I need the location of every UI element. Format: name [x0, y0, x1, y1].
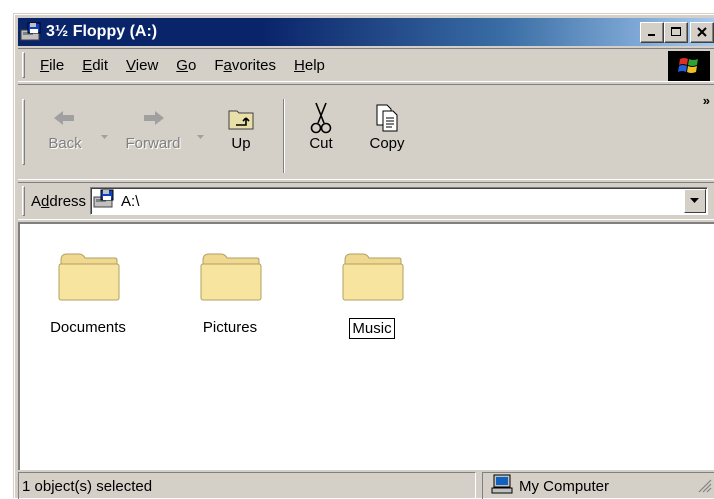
address-bar-grip[interactable]: [22, 186, 25, 216]
folder-name: Documents: [50, 319, 126, 336]
forward-label: Forward: [125, 135, 181, 152]
forward-dropdown-icon[interactable]: [195, 85, 207, 179]
folder-icon: [197, 250, 263, 308]
menu-file-label: ile: [49, 56, 65, 74]
explorer-window: 3½ Floppy (A:) File Edit View Go Favorit…: [13, 13, 714, 499]
folder-name: Pictures: [202, 319, 258, 336]
status-selection: 1 object(s) selected: [18, 472, 476, 499]
menu-favorites[interactable]: Favorites: [205, 57, 285, 74]
menu-help-label: elp: [304, 56, 325, 74]
close-icon[interactable]: [690, 21, 714, 43]
menu-file-accel: F: [40, 56, 50, 74]
menu-bar: File Edit View Go Favorites Help: [18, 48, 714, 82]
menu-go[interactable]: Go: [167, 57, 205, 74]
minimize-icon[interactable]: [640, 21, 664, 43]
maximize-icon[interactable]: [664, 21, 688, 43]
menu-file[interactable]: File: [31, 57, 73, 74]
address-label-prefix: A: [31, 192, 42, 210]
window-title: 3½ Floppy (A:): [46, 23, 158, 40]
menu-favorites-accel: a: [223, 56, 232, 74]
up-label: Up: [231, 135, 251, 152]
address-input[interactable]: A:\: [90, 187, 708, 215]
status-bar: 1 object(s) selected My Computer: [18, 472, 714, 499]
my-computer-icon: [491, 474, 513, 498]
folder-icon: [339, 250, 405, 308]
title-bar[interactable]: 3½ Floppy (A:): [18, 18, 714, 46]
forward-arrow-icon: [140, 101, 166, 135]
floppy-drive-icon: [20, 22, 42, 42]
address-dropdown-icon[interactable]: [684, 189, 706, 213]
back-label: Back: [48, 135, 82, 152]
menu-help-accel: H: [294, 56, 305, 74]
scissors-icon: [309, 101, 333, 135]
menu-go-label: o: [187, 56, 197, 74]
status-zone: My Computer: [482, 472, 714, 499]
standard-toolbar: Back Forward Up Cut Copy »: [18, 84, 714, 180]
folder-item-pictures[interactable]: Pictures: [170, 250, 290, 337]
floppy-drive-icon: [93, 189, 117, 213]
folder-view[interactable]: Documents Pictures Music: [18, 222, 714, 470]
address-value: A:\: [121, 192, 140, 210]
menu-bar-grip[interactable]: [22, 52, 25, 78]
address-label: Address: [31, 193, 86, 210]
menu-edit[interactable]: Edit: [73, 57, 117, 74]
back-button[interactable]: Back: [31, 85, 99, 179]
cut-button[interactable]: Cut: [293, 85, 349, 179]
folder-name: Music: [349, 318, 395, 339]
address-label-rest: dress: [49, 192, 87, 210]
resize-grip-icon[interactable]: [698, 479, 712, 497]
toolbar-separator: [283, 99, 285, 173]
folder-icon: [55, 250, 121, 308]
menu-view-accel: V: [126, 56, 136, 74]
copy-label: Copy: [369, 135, 405, 152]
toolbar-overflow-chevron[interactable]: »: [703, 93, 710, 108]
menu-edit-label: dit: [92, 56, 109, 74]
windows-logo-icon: [668, 51, 710, 81]
toolbar-grip[interactable]: [22, 99, 25, 165]
menu-help[interactable]: Help: [285, 57, 334, 74]
forward-button[interactable]: Forward: [111, 85, 195, 179]
up-folder-icon: [226, 101, 256, 135]
status-selection-text: 1 object(s) selected: [22, 477, 153, 495]
copy-button[interactable]: Copy: [349, 85, 425, 179]
menu-favorites-label: vorites: [231, 56, 277, 74]
address-bar: Address A:\: [18, 182, 714, 220]
back-dropdown-icon[interactable]: [99, 85, 111, 179]
up-button[interactable]: Up: [207, 85, 275, 179]
copy-icon: [374, 101, 400, 135]
back-arrow-icon: [52, 101, 78, 135]
status-zone-text: My Computer: [519, 477, 610, 495]
menu-go-accel: G: [176, 56, 188, 74]
cut-label: Cut: [309, 135, 333, 152]
menu-view-label: iew: [135, 56, 159, 74]
menu-view[interactable]: View: [117, 57, 167, 74]
folder-item-music[interactable]: Music: [312, 250, 432, 339]
folder-item-documents[interactable]: Documents: [28, 250, 148, 337]
menu-edit-accel: E: [82, 56, 93, 74]
